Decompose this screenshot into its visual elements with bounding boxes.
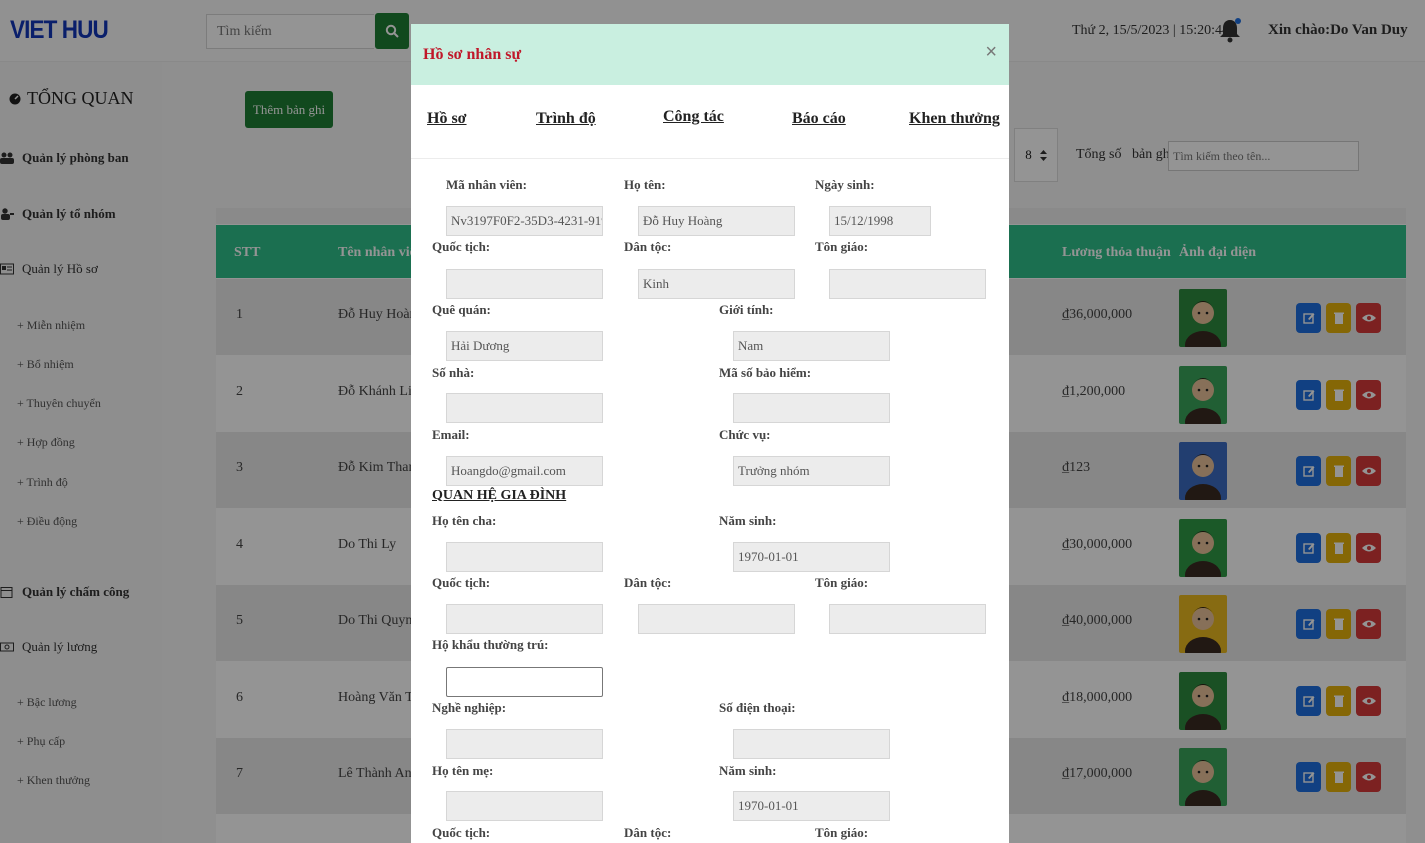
insurance-no-field[interactable] bbox=[733, 393, 890, 423]
mother-religion-label: Tôn giáo: bbox=[815, 825, 869, 840]
family-section-title: QUAN HỆ GIA ĐÌNH bbox=[432, 488, 567, 503]
birth-date-label: Ngày sinh: bbox=[815, 177, 875, 192]
father-name-label: Họ tên cha: bbox=[432, 513, 497, 528]
nationality-field[interactable] bbox=[446, 269, 603, 299]
insurance-no-label: Mã số bảo hiểm: bbox=[719, 365, 812, 380]
nationality-label: Quốc tịch: bbox=[432, 239, 491, 254]
position-label: Chức vụ: bbox=[719, 427, 771, 442]
employee-id-field[interactable]: Nv3197F0F2-35D3-4231-919 bbox=[446, 206, 603, 236]
father-birth-year-label: Năm sinh: bbox=[719, 513, 777, 528]
occupation-label: Nghề nghiệp: bbox=[432, 700, 507, 715]
religion-label: Tôn giáo: bbox=[815, 239, 869, 254]
ethnicity-label: Dân tộc: bbox=[624, 239, 672, 254]
phone-label: Số điện thoại: bbox=[719, 700, 796, 715]
tab-report[interactable]: Báo cáo bbox=[792, 110, 846, 128]
house-no-field[interactable] bbox=[446, 393, 603, 423]
position-field[interactable]: Trưởng nhóm bbox=[733, 456, 890, 486]
modal-title: Hồ sơ nhân sự bbox=[423, 46, 522, 63]
close-icon[interactable]: × bbox=[985, 41, 997, 64]
father-ethnicity-label: Dân tộc: bbox=[624, 575, 672, 590]
employee-profile-modal: Hồ sơ nhân sự × Hồ sơ Trình độ Công tác … bbox=[411, 24, 1009, 843]
tab-work[interactable]: Công tác bbox=[663, 108, 724, 126]
email-field[interactable]: Hoangdo@gmail.com bbox=[446, 456, 603, 486]
house-no-label: Số nhà: bbox=[432, 365, 475, 380]
tab-rewards[interactable]: Khen thưởng bbox=[909, 110, 1000, 128]
father-nationality-field[interactable] bbox=[446, 604, 603, 634]
email-label: Email: bbox=[432, 427, 470, 442]
mother-name-label: Họ tên mẹ: bbox=[432, 763, 494, 778]
father-religion-label: Tôn giáo: bbox=[815, 575, 869, 590]
gender-field[interactable]: Nam bbox=[733, 331, 890, 361]
tab-qualification[interactable]: Trình độ bbox=[536, 110, 596, 128]
mother-name-field[interactable] bbox=[446, 791, 603, 821]
birth-date-field[interactable]: 15/12/1998 bbox=[829, 206, 931, 236]
mother-birth-year-label: Năm sinh: bbox=[719, 763, 777, 778]
hometown-field[interactable]: Hải Dương bbox=[446, 331, 603, 361]
residence-field[interactable] bbox=[446, 667, 603, 697]
full-name-field[interactable]: Đỗ Huy Hoàng bbox=[638, 206, 795, 236]
modal-header: Hồ sơ nhân sự × bbox=[411, 24, 1009, 85]
occupation-field[interactable] bbox=[446, 729, 603, 759]
tab-profile[interactable]: Hồ sơ bbox=[427, 110, 467, 128]
father-ethnicity-field[interactable] bbox=[638, 604, 795, 634]
father-nationality-label: Quốc tịch: bbox=[432, 575, 491, 590]
religion-field[interactable] bbox=[829, 269, 986, 299]
mother-nationality-label: Quốc tịch: bbox=[432, 825, 491, 840]
father-religion-field[interactable] bbox=[829, 604, 986, 634]
full-name-label: Họ tên: bbox=[624, 177, 666, 192]
father-birth-year-field[interactable]: 1970-01-01 bbox=[733, 542, 890, 572]
father-name-field[interactable] bbox=[446, 542, 603, 572]
hometown-label: Quê quán: bbox=[432, 302, 491, 317]
gender-label: Giới tính: bbox=[719, 302, 774, 317]
mother-birth-year-field[interactable]: 1970-01-01 bbox=[733, 791, 890, 821]
employee-id-label: Mã nhân viên: bbox=[446, 177, 527, 192]
mother-ethnicity-label: Dân tộc: bbox=[624, 825, 672, 840]
residence-label: Hộ khẩu thường trú: bbox=[432, 637, 549, 652]
phone-field[interactable] bbox=[733, 729, 890, 759]
modal-tabs: Hồ sơ Trình độ Công tác Báo cáo Khen thư… bbox=[411, 85, 1009, 159]
ethnicity-field[interactable]: Kinh bbox=[638, 269, 795, 299]
